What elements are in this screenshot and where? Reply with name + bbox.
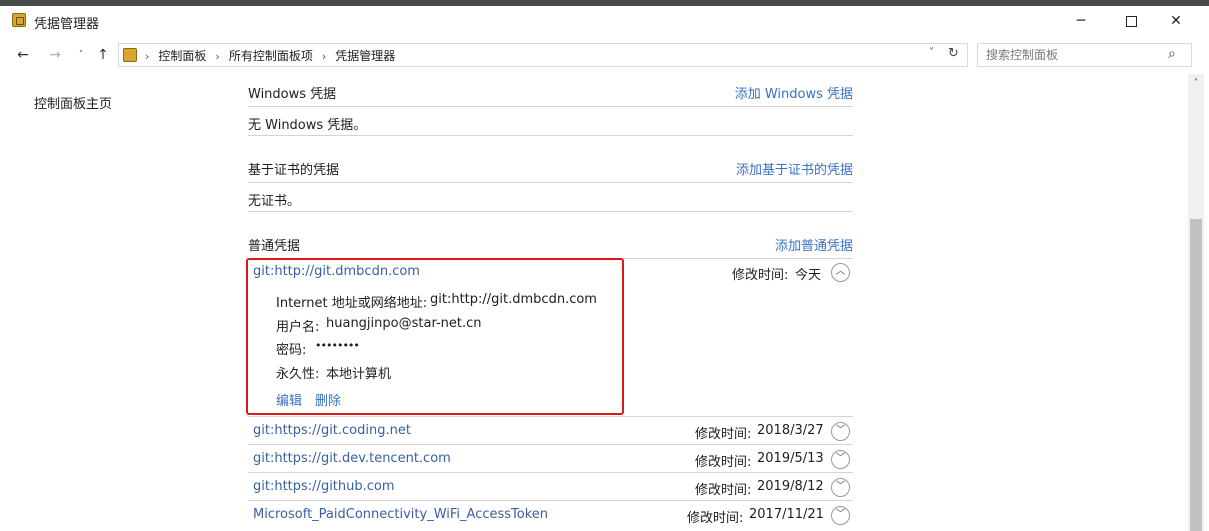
scroll-up-icon[interactable]: ˄ [1188, 78, 1204, 89]
window-title: 凭据管理器 [34, 17, 100, 32]
refresh-icon[interactable]: ↻ [948, 46, 959, 61]
divider [248, 416, 853, 417]
address-bar[interactable]: › 控制面板 › 所有控制面板项 › 凭据管理器 ˅ ↻ [118, 43, 968, 67]
breadcrumb-credential-manager[interactable]: 凭据管理器 [335, 49, 395, 63]
breadcrumb-separator[interactable]: › [215, 50, 219, 63]
control-panel-home-link[interactable]: 控制面板主页 [34, 93, 112, 112]
forward-button[interactable]: → [46, 46, 64, 64]
modified-value: 2019/8/12 [757, 479, 824, 494]
vertical-scrollbar[interactable]: ˄ [1188, 74, 1204, 531]
add-certificate-credential-link[interactable]: 添加基于证书的凭据 [700, 159, 853, 178]
modified-label: 修改时间: [695, 483, 752, 498]
divider [248, 500, 853, 501]
up-button[interactable]: ↑ [94, 46, 112, 64]
modified-label: 修改时间: [687, 511, 744, 526]
expand-chevron-icon[interactable]: ﹀ [831, 450, 850, 469]
search-box[interactable]: ⌕ [977, 43, 1192, 67]
expand-chevron-icon[interactable]: ﹀ [831, 478, 850, 497]
credential-manager-icon [12, 13, 26, 27]
collapse-chevron-icon[interactable]: ︿ [831, 263, 850, 282]
title-bar: 凭据管理器 ─ ✕ [0, 6, 1209, 38]
certificate-empty: 无证书。 [248, 194, 301, 209]
modified-value: 2017/11/21 [749, 507, 824, 522]
modified-value: 今天 [795, 268, 822, 283]
red-highlight-annotation [246, 258, 624, 415]
control-panel-icon [123, 48, 137, 62]
breadcrumb: › 控制面板 › 所有控制面板项 › 凭据管理器 [145, 47, 395, 64]
divider [248, 135, 853, 136]
add-generic-credential-link[interactable]: 添加普通凭据 [700, 235, 853, 254]
modified-label: 修改时间: [695, 427, 752, 442]
credential-name[interactable]: git:https://git.coding.net [253, 423, 411, 438]
add-windows-credential-link[interactable]: 添加 Windows 凭据 [700, 83, 853, 102]
divider [248, 211, 853, 212]
scroll-thumb[interactable] [1190, 219, 1202, 531]
certificate-credentials-title: 基于证书的凭据 [248, 163, 340, 178]
generic-credentials-title: 普通凭据 [248, 239, 301, 254]
divider [248, 106, 853, 107]
breadcrumb-separator[interactable]: › [322, 50, 326, 63]
breadcrumb-all-items[interactable]: 所有控制面板项 [229, 49, 313, 63]
divider [248, 472, 853, 473]
divider [248, 444, 853, 445]
credential-name[interactable]: git:https://github.com [253, 479, 395, 494]
back-button[interactable]: ← [14, 46, 32, 64]
windows-credentials-title: Windows 凭据 [248, 87, 337, 102]
address-dropdown-icon[interactable]: ˅ [929, 47, 934, 58]
expand-chevron-icon[interactable]: ﹀ [831, 506, 850, 525]
expand-chevron-icon[interactable]: ﹀ [831, 422, 850, 441]
search-icon[interactable]: ⌕ [1168, 46, 1176, 62]
credential-name[interactable]: Microsoft_PaidConnectivity_WiFi_AccessTo… [253, 507, 548, 522]
recent-locations-button[interactable]: ˅ [72, 46, 90, 64]
maximize-button[interactable] [1108, 6, 1154, 36]
breadcrumb-separator: › [145, 50, 150, 63]
modified-label: 修改时间: [695, 455, 752, 470]
maximize-icon [1125, 15, 1137, 27]
credential-name[interactable]: git:https://git.dev.tencent.com [253, 451, 451, 466]
breadcrumb-control-panel[interactable]: 控制面板 [158, 49, 206, 63]
close-button[interactable]: ✕ [1153, 6, 1199, 36]
search-input[interactable] [979, 45, 1159, 65]
modified-value: 2019/5/13 [757, 451, 824, 466]
minimize-button[interactable]: ─ [1058, 6, 1104, 36]
divider [248, 182, 853, 183]
modified-label: 修改时间: [732, 268, 789, 283]
address-toolbar: ← → ˅ ↑ › 控制面板 › 所有控制面板项 › 凭据管理器 ˅ ↻ ⌕ [0, 38, 1209, 74]
windows-credentials-empty: 无 Windows 凭据。 [248, 118, 367, 133]
modified-value: 2018/3/27 [757, 423, 824, 438]
